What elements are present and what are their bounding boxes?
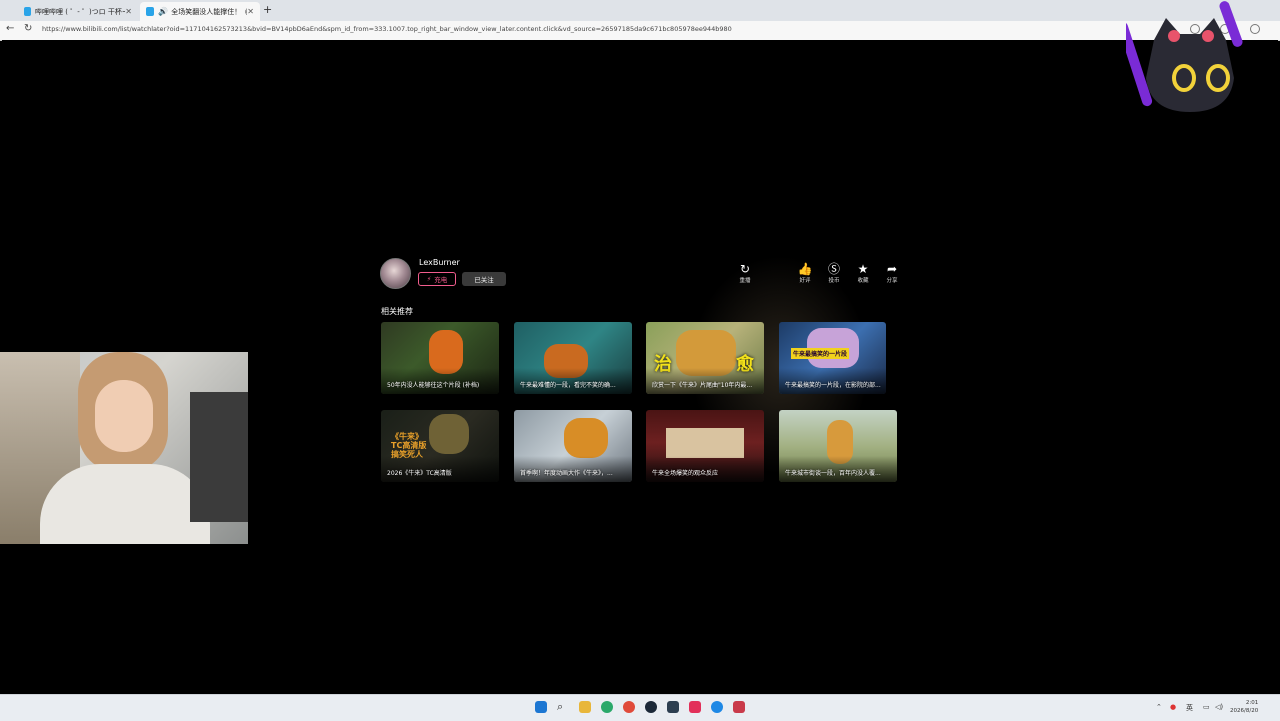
app-icon[interactable] <box>711 701 723 713</box>
coin-button[interactable]: Ⓢ 投币 <box>824 262 844 284</box>
edge-browser-icon[interactable] <box>601 701 613 713</box>
taskbar: ⌕ ⌃ ● 英 ▭ ◁) 2:01 2026/8/20 <box>0 694 1280 721</box>
system-clock[interactable]: 2:01 2026/8/20 <box>1230 699 1258 715</box>
netease-music-icon[interactable] <box>689 701 701 713</box>
recommend-card[interactable]: 牛来城市街谈一段，百年内没人覆... <box>779 410 897 482</box>
speaker-icon[interactable]: 🔊 <box>158 7 168 16</box>
app-icon[interactable] <box>733 701 745 713</box>
charge-label: 充电 <box>434 276 448 284</box>
tab-title: 哔哩哔哩 ( ゜- ゜)つロ 干杯~-bilibili <box>35 7 126 16</box>
lightning-icon: ⚡ <box>426 275 432 283</box>
tab-title: 全场笑翻没人能撑住！《牛来》 <box>171 7 247 16</box>
replay-button[interactable]: ↻ 重播 <box>735 262 755 284</box>
webcam-body <box>40 464 210 544</box>
replay-label: 重播 <box>739 278 751 284</box>
charge-button[interactable]: ⚡ 充电 <box>418 272 456 286</box>
card-caption: 2026《牛来》TC高清版 <box>387 470 452 477</box>
cat-mascot-overlay <box>1126 1 1243 112</box>
thumbnail-banner: 牛来最搞笑的一片段 <box>791 348 850 359</box>
thumbnail-text: 《牛来》 TC高清版 搞笑死人 <box>391 432 426 459</box>
favorite-button[interactable]: ★ 收藏 <box>853 262 873 284</box>
coin-label: 投币 <box>828 278 840 284</box>
recommend-card[interactable]: 50年内没人能够往这个片段 (补档) <box>381 322 499 394</box>
refresh-icon[interactable]: ↻ <box>24 23 32 34</box>
thumbnail-line: 《牛来》 <box>391 432 423 441</box>
webcam-overlay <box>0 352 248 544</box>
network-icon[interactable]: ▭ <box>1203 703 1210 711</box>
close-tab-icon[interactable]: ✕ <box>247 7 254 16</box>
recommend-card[interactable]: 《牛来》 TC高清版 搞笑死人 2026《牛来》TC高清版 <box>381 410 499 482</box>
input-language[interactable]: 英 <box>1186 703 1193 713</box>
chevron-up-icon[interactable]: ⌃ <box>1156 703 1162 711</box>
webcam-face <box>95 380 153 452</box>
steam-icon[interactable] <box>645 701 657 713</box>
related-title: 相关推荐 <box>381 307 413 316</box>
file-explorer-icon[interactable] <box>579 701 591 713</box>
card-caption: 欣赏一下《牛来》片尾曲"10年内最... <box>652 382 753 389</box>
like-label: 好评 <box>799 278 811 284</box>
recommend-card[interactable]: 首季啊！年度动画大作《牛来》，... <box>514 410 632 482</box>
webcam-chair <box>190 392 248 522</box>
replay-icon: ↻ <box>739 262 751 276</box>
search-icon[interactable]: ⌕ <box>557 701 569 713</box>
uploader-name[interactable]: LexBurner <box>419 258 460 267</box>
paw-icon <box>1168 30 1180 42</box>
thumbs-up-icon: 👍 <box>797 262 813 276</box>
followed-button[interactable]: 已关注 <box>462 272 506 286</box>
recommend-card[interactable]: 牛来全场爆笑的观众反应 <box>646 410 764 482</box>
card-caption: 50年内没人能够往这个片段 (补档) <box>387 382 480 389</box>
coin-icon: Ⓢ <box>827 262 840 276</box>
card-caption: 牛来最难懂的一段，看完不笑的确... <box>520 382 616 389</box>
card-caption: 牛来全场爆笑的观众反应 <box>652 470 719 477</box>
address-bar: ← ↻ https://www.bilibili.com/list/watchl… <box>0 21 1280 41</box>
bilibili-tv-icon <box>24 7 32 16</box>
close-tab-icon[interactable]: ✕ <box>125 7 132 16</box>
thumbnail-line: TC高清版 <box>391 441 427 450</box>
back-arrow-icon[interactable]: ← <box>6 23 14 34</box>
new-tab-button[interactable]: + <box>263 3 272 16</box>
app-icon[interactable] <box>667 701 679 713</box>
volume-icon[interactable]: ◁) <box>1215 703 1223 711</box>
browser-tab-bar: 哔哩哔哩 ( ゜- ゜)つロ 干杯~-bilibili ✕ 🔊 全场笑翻没人能撑… <box>0 0 1280 21</box>
browser-tab-video[interactable]: 🔊 全场笑翻没人能撑住！《牛来》 ✕ <box>140 2 260 21</box>
paw-icon <box>1202 30 1214 42</box>
favorite-label: 收藏 <box>857 278 869 284</box>
star-icon: ★ <box>857 262 869 276</box>
card-caption: 牛来城市街谈一段，百年内没人覆... <box>785 470 881 477</box>
chrome-icon[interactable] <box>623 701 635 713</box>
recommend-card[interactable]: 治 愈 欣赏一下《牛来》片尾曲"10年内最... <box>646 322 764 394</box>
thumbnail-character <box>429 414 469 454</box>
bilibili-tv-icon <box>146 7 155 16</box>
windows-start-icon[interactable] <box>535 701 547 713</box>
uploader-avatar[interactable] <box>380 258 411 289</box>
thumbnail-screen <box>666 428 744 458</box>
thumbnail-character <box>564 418 608 458</box>
share-label: 分享 <box>886 278 898 284</box>
recommend-card[interactable]: 牛来最难懂的一段，看完不笑的确... <box>514 322 632 394</box>
card-caption: 牛来最搞笑的一片段，在影院的部... <box>785 382 881 389</box>
share-button[interactable]: ➦ 分享 <box>882 262 902 284</box>
like-button[interactable]: 👍 好评 <box>795 262 815 284</box>
share-icon: ➦ <box>886 262 898 276</box>
browser-tab-bilibili[interactable]: 哔哩哔哩 ( ゜- ゜)つロ 干杯~-bilibili ✕ <box>18 2 138 21</box>
card-caption: 首季啊！年度动画大作《牛来》，... <box>520 470 613 477</box>
clock-time: 2:01 <box>1245 700 1259 706</box>
clock-date: 2026/8/20 <box>1230 708 1259 714</box>
recommend-card[interactable]: 牛来最搞笑的一片段 牛来最搞笑的一片段，在影院的部... <box>779 322 886 394</box>
url-field[interactable]: https://www.bilibili.com/list/watchlater… <box>42 25 732 33</box>
tray-app-icon[interactable]: ● <box>1170 703 1176 711</box>
